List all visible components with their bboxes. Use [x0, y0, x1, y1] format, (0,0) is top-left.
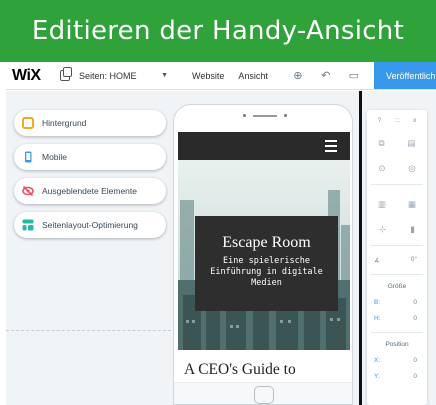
menu-website[interactable]: Website	[192, 71, 224, 81]
undo-icon[interactable]: ↶	[312, 69, 340, 82]
sidebar-item-mobile[interactable]: Mobile	[14, 144, 166, 170]
zoom-icon[interactable]: ⊕	[284, 69, 312, 82]
width-label: B:	[374, 299, 381, 306]
mobile-header[interactable]	[178, 132, 350, 160]
pages-dropdown[interactable]: Seiten: HOME ▼	[60, 67, 178, 81]
menu-view[interactable]: Ansicht	[238, 71, 268, 81]
sidebar-item-background[interactable]: Hintergrund	[14, 110, 166, 136]
x-value[interactable]: 0	[413, 357, 417, 364]
inspector-panel: ? ::: x ⧉ ▤ ⊙ ◎ ▥ ▦ ⊹ ▮ ∡ 0° Größe B: 0 …	[367, 110, 427, 405]
rotation-value[interactable]: 0°	[411, 256, 417, 264]
close-icon[interactable]: x	[413, 118, 416, 124]
wix-logo[interactable]: WiX	[12, 67, 52, 85]
phone-home-bar	[174, 382, 352, 404]
mobile-icon	[25, 151, 32, 163]
align-icon[interactable]: ▥	[378, 199, 386, 210]
width-value[interactable]: 0	[413, 299, 417, 306]
hero-title: Escape Room	[222, 234, 311, 251]
height-label: H:	[374, 315, 381, 322]
drag-handle-icon[interactable]: :::	[395, 118, 400, 124]
sidebar-item-hidden-elements[interactable]: Ausgeblendete Elemente	[14, 178, 166, 204]
background-icon	[22, 117, 34, 129]
copy-icon[interactable]: ⧉	[378, 138, 384, 149]
duplicate-icon[interactable]: ⊙	[378, 163, 385, 174]
hidden-eye-icon	[22, 185, 34, 197]
hero-text-box[interactable]: Escape Room Eine spielerische Einführung…	[195, 216, 338, 311]
sidebar-item-label: Seitenlayout-Optimierung	[42, 220, 138, 230]
paste-icon[interactable]: ▤	[407, 138, 415, 149]
chevron-down-icon: ▼	[161, 72, 168, 79]
desktop-view-icon[interactable]: ▭	[340, 69, 368, 82]
stretch-icon[interactable]: ▮	[410, 224, 415, 235]
title-banner: Editieren der Handy-Ansicht	[0, 0, 436, 62]
sidebar-item-label: Hintergrund	[42, 118, 87, 128]
fold-guide-line	[6, 330, 171, 331]
hide-icon[interactable]: ◎	[408, 163, 415, 174]
pages-dropdown-label: Seiten: HOME	[79, 70, 137, 81]
distribute-icon[interactable]: ▦	[408, 199, 416, 210]
sidebar-item-layout-optimization[interactable]: Seitenlayout-Optimierung	[14, 212, 166, 238]
sidebar-item-label: Mobile	[42, 152, 68, 162]
match-size-icon[interactable]: ⊹	[379, 224, 386, 235]
right-panel: ? ::: x ⧉ ▤ ⊙ ◎ ▥ ▦ ⊹ ▮ ∡ 0° Größe B: 0 …	[362, 91, 436, 405]
layout-icon	[22, 219, 34, 231]
pages-icon	[60, 67, 72, 81]
hero-section[interactable]: Escape Room Eine spielerische Einführung…	[178, 160, 350, 350]
y-label: Y:	[374, 373, 380, 380]
blog-post-title[interactable]: A CEO's Guide to	[180, 361, 350, 381]
banner-title: Editieren der Handy-Ansicht	[31, 16, 405, 46]
hero-subtitle: Eine spielerische Einführung in digitale…	[210, 256, 323, 288]
editor-top-bar: WiX Seiten: HOME ▼ Website Ansicht ⊕ ↶ ▭…	[6, 62, 436, 90]
rotate-icon[interactable]: ∡	[374, 256, 380, 264]
home-button-icon	[254, 386, 274, 404]
y-value[interactable]: 0	[413, 373, 417, 380]
mobile-preview: Escape Room Eine spielerische Einführung…	[173, 104, 353, 405]
hamburger-menu-icon[interactable]	[325, 140, 337, 155]
height-value[interactable]: 0	[413, 315, 417, 322]
editor-workspace: Hintergrund Mobile Ausgeblendete Element…	[6, 91, 359, 405]
publish-button[interactable]: Veröffentlich	[374, 62, 436, 89]
size-label: Größe	[387, 283, 407, 290]
position-label: Position	[385, 341, 409, 348]
phone-speaker	[230, 114, 300, 117]
help-icon[interactable]: ?	[378, 118, 381, 124]
sidebar-item-label: Ausgeblendete Elemente	[42, 186, 137, 196]
x-label: X:	[374, 357, 381, 364]
